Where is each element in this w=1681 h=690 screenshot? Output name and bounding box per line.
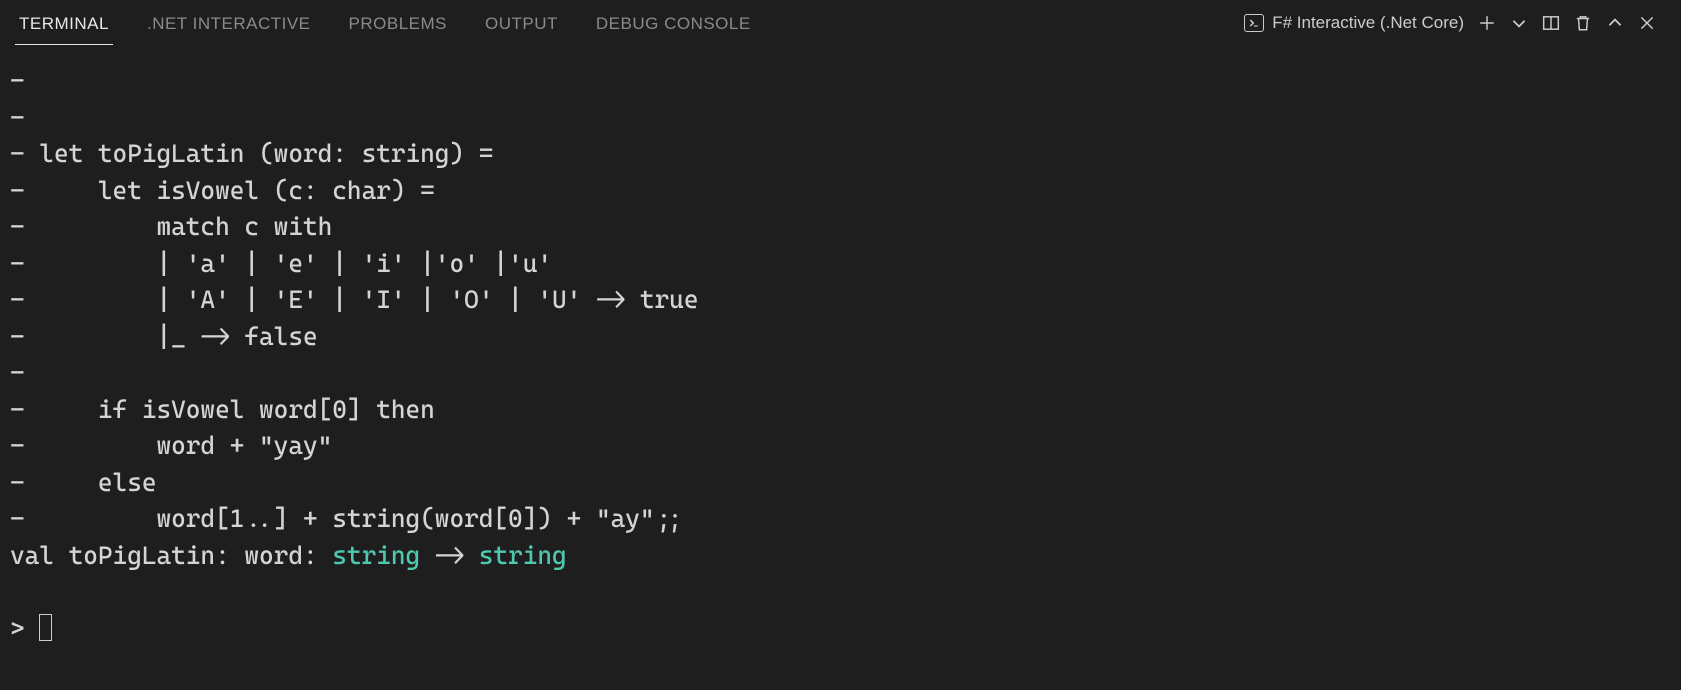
terminal-line: -: [10, 66, 39, 95]
terminal-line: - word[1..] + string(word[0]) + "ay";;: [10, 504, 684, 533]
panel-toolbar: F# Interactive (.Net Core): [1244, 13, 1666, 41]
terminal-cursor: [39, 614, 52, 641]
terminal-line: - let toPigLatin (word: string) =: [10, 139, 493, 168]
new-terminal-button[interactable]: [1478, 14, 1496, 32]
tab-output[interactable]: OUTPUT: [481, 8, 562, 45]
panel-tab-bar: TERMINAL .NET INTERACTIVE PROBLEMS OUTPU…: [0, 0, 1681, 45]
terminal-line: -: [10, 103, 39, 132]
tab-terminal[interactable]: TERMINAL: [15, 8, 113, 45]
maximize-panel-button[interactable]: [1606, 14, 1624, 32]
tab-debug-console[interactable]: DEBUG CONSOLE: [592, 8, 755, 45]
tab-dotnet-interactive[interactable]: .NET INTERACTIVE: [143, 8, 315, 45]
type-keyword: string: [479, 541, 567, 570]
terminal-val-line: val toPigLatin: word: string -> string: [10, 541, 567, 570]
kill-terminal-button[interactable]: [1574, 14, 1592, 32]
terminal-panel: TERMINAL .NET INTERACTIVE PROBLEMS OUTPU…: [0, 0, 1681, 690]
terminal-icon: [1244, 14, 1264, 32]
terminal-line: - |_ -> false: [10, 322, 318, 351]
terminal-line: - | 'a' | 'e' | 'i' |'o' |'u': [10, 249, 552, 278]
split-terminal-button[interactable]: [1542, 14, 1560, 32]
tab-problems[interactable]: PROBLEMS: [345, 8, 451, 45]
terminal-output[interactable]: - - - let toPigLatin (word: string) = - …: [0, 45, 1681, 657]
terminal-line: - | 'A' | 'E' | 'I' | 'O' | 'U' -> true: [10, 285, 698, 314]
terminal-line: - let isVowel (c: char) =: [10, 176, 435, 205]
terminal-line: - else: [10, 468, 156, 497]
terminal-type-selector[interactable]: F# Interactive (.Net Core): [1244, 13, 1464, 33]
type-keyword: string: [332, 541, 420, 570]
close-panel-button[interactable]: [1638, 14, 1656, 32]
terminal-dropdown-button[interactable]: [1510, 14, 1528, 32]
terminal-line: - if isVowel word[0] then: [10, 395, 435, 424]
terminal-line: - match c with: [10, 212, 332, 241]
terminal-type-label: F# Interactive (.Net Core): [1272, 13, 1464, 33]
terminal-prompt: >: [10, 614, 39, 643]
terminal-line: -: [10, 358, 39, 387]
panel-tabs: TERMINAL .NET INTERACTIVE PROBLEMS OUTPU…: [15, 8, 755, 45]
terminal-line: - word + "yay": [10, 431, 332, 460]
